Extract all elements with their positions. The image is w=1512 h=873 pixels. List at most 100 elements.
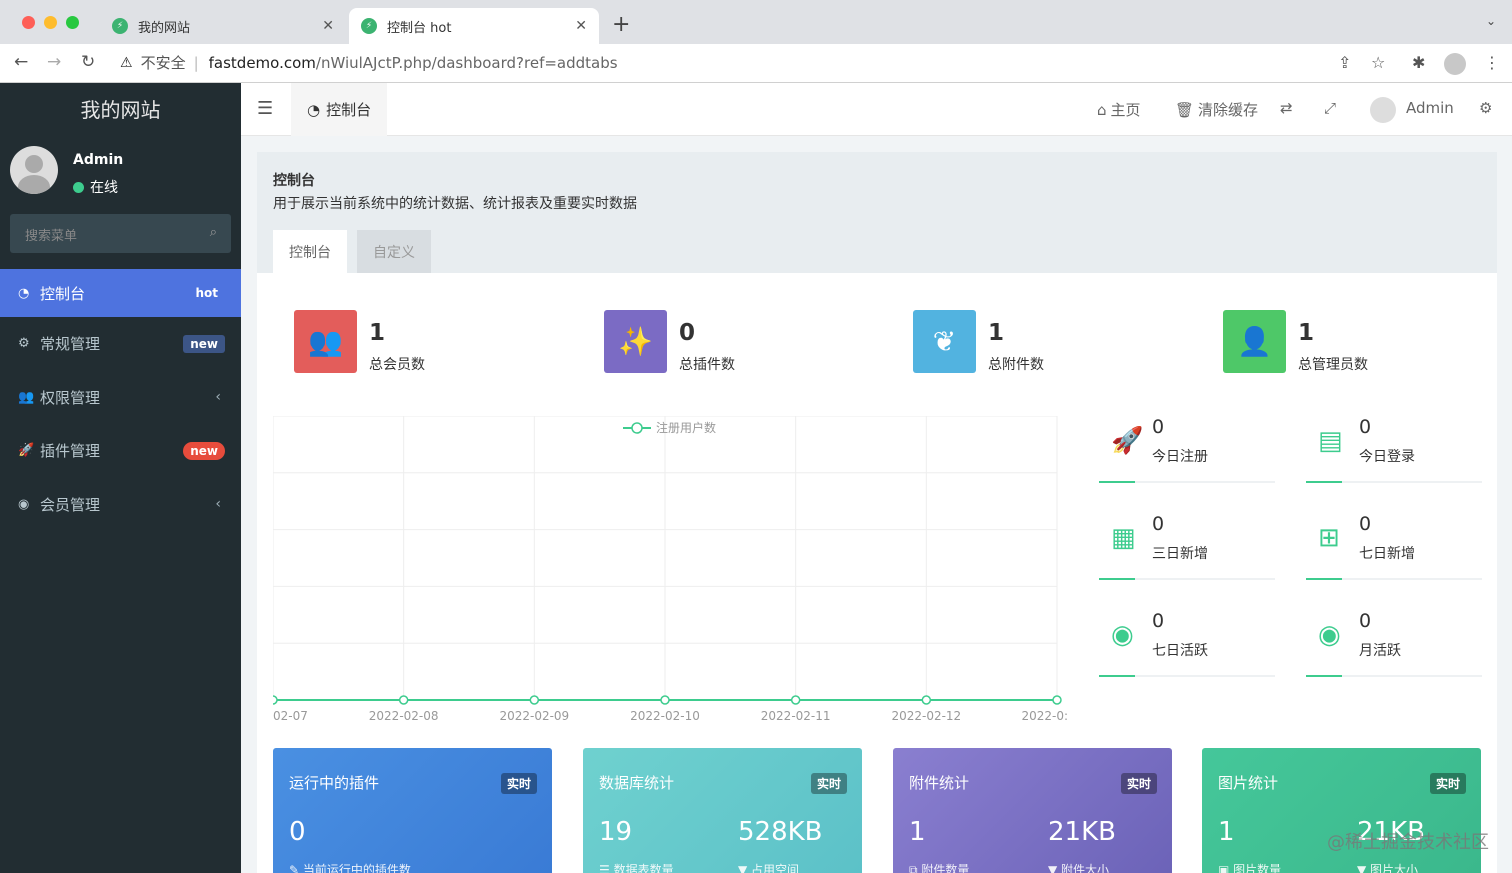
rocket-icon: 🚀 (18, 443, 35, 459)
sidebar-item-general[interactable]: ⚙ 常规管理 new (0, 317, 241, 371)
hot-badge: hot (188, 284, 225, 302)
header-avatar[interactable] (1370, 97, 1396, 123)
sidebar-item-members[interactable]: ◉ 会员管理 ‹ (0, 478, 241, 532)
language-toggle-icon[interactable]: ⇄ (1280, 99, 1293, 117)
chevron-left-icon: ‹ (215, 389, 221, 406)
x-tick-label: 2022-02-11 (761, 709, 831, 723)
menu-search-input[interactable]: 搜索菜单 ⌕ (10, 214, 231, 253)
home-label: 主页 (1110, 101, 1141, 119)
user-icon: 👤 (1223, 310, 1286, 373)
close-window-button[interactable] (22, 16, 35, 29)
insecure-label: 不安全 (140, 54, 186, 72)
card-value-secondary: 528KB (738, 817, 823, 847)
card-title: 数据库统计 (599, 774, 675, 792)
forward-icon[interactable]: → (47, 52, 61, 72)
card-value: 19 (599, 817, 633, 847)
sidebar-item-label: 控制台 (40, 284, 86, 303)
legend-label: 注册用户数 (656, 420, 716, 435)
trash-icon: 🗑 (1175, 100, 1195, 119)
tab-title: 我的网站 (138, 20, 191, 36)
x-tick-label: 2022-02-08 (369, 709, 439, 723)
tab-search-chevron-icon[interactable]: ⌄ (1486, 14, 1496, 28)
users-icon: 👥 (294, 310, 357, 373)
back-icon[interactable]: ← (14, 52, 28, 72)
share-icon[interactable]: ⇪ (1338, 53, 1351, 72)
data-point (1052, 695, 1062, 705)
realtime-tag: 实时 (500, 773, 537, 794)
card-running-addons: 运行中的插件 实时 0 ✎ 当前运行中的插件数 (273, 748, 552, 873)
browser-tab-site[interactable]: ⚡ 我的网站 ✕ (100, 8, 346, 44)
realtime-tag: 实时 (1120, 773, 1157, 794)
avatar (10, 146, 58, 194)
mini-stat-label: 七日活跃 (1152, 643, 1208, 659)
main-content: 控制台 用于展示当前系统中的统计数据、统计报表及重要实时数据 控制台 自定义 👥… (241, 136, 1512, 873)
user-status: 在线 (73, 177, 118, 197)
bookmark-star-icon[interactable]: ☆ (1371, 53, 1385, 72)
maximize-window-button[interactable] (66, 16, 79, 29)
user-circle-icon: ◉ (18, 496, 30, 512)
mini-stat-underline (1099, 675, 1275, 677)
card-sub-label: ▣ 图片数量 (1218, 863, 1282, 873)
x-tick-label: 2022-02-09 (499, 709, 569, 723)
clear-cache-button[interactable]: 🗑 清除缓存 (1175, 99, 1258, 120)
address-toolbar: ← → ↻ ⚠ 不安全 | fastdemo.com /nWiulAJctP.p… (0, 44, 1512, 83)
profile-avatar[interactable] (1444, 53, 1466, 75)
gears-icon: ⚙ (18, 336, 30, 352)
data-point (398, 695, 409, 705)
user-circle-icon: ◉ (1318, 620, 1341, 650)
header-tab-label: 控制台 (326, 101, 372, 119)
close-tab-icon[interactable]: ✕ (322, 18, 334, 34)
realtime-tag: 实时 (810, 773, 847, 794)
chevron-left-icon: ‹ (215, 496, 221, 513)
card-database: 数据库统计 实时 19 528KB ☰ 数据表数量 ▼ 占用空间 (583, 748, 862, 873)
id-card-icon: ▤ (1318, 426, 1343, 456)
sidebar-item-auth[interactable]: 👥 权限管理 ‹ (0, 371, 241, 425)
reload-icon[interactable]: ↻ (81, 52, 95, 72)
stat-label: 总会员数 (369, 357, 425, 373)
home-link[interactable]: ⌂ 主页 (1097, 99, 1141, 120)
extensions-puzzle-icon[interactable]: ✱ (1412, 53, 1425, 72)
admin-user-menu[interactable]: Admin (1406, 99, 1454, 117)
fullscreen-icon[interactable]: ⤢ (1324, 99, 1336, 117)
browser-tab-dashboard[interactable]: ⚡ 控制台 hot ✕ (349, 8, 599, 44)
online-dot-icon (73, 181, 84, 193)
mini-stat-three-day: ▦ 0 三日新增 (1099, 513, 1275, 583)
close-tab-icon[interactable]: ✕ (575, 18, 587, 34)
group-icon: 👥 (18, 389, 35, 405)
header-tab-dashboard[interactable]: ◔ 控制台 (291, 83, 388, 136)
magic-wand-icon: ✨ (604, 310, 667, 373)
mini-stat-underline (1099, 481, 1275, 483)
mini-stat-underline (1306, 578, 1482, 580)
watermark: @稀土掘金技术社区 (1327, 832, 1489, 853)
tab-dashboard[interactable]: 控制台 (273, 230, 347, 273)
mini-stat-label: 月活跃 (1359, 643, 1401, 659)
search-icon[interactable]: ⌕ (210, 225, 217, 240)
mini-stat-month-active: ◉ 0 月活跃 (1306, 610, 1482, 680)
address-bar[interactable]: ⚠ 不安全 | fastdemo.com /nWiulAJctP.php/das… (120, 52, 618, 73)
tab-title: 控制台 hot (387, 20, 452, 36)
clear-cache-label: 清除缓存 (1198, 101, 1259, 119)
sidebar-item-label: 权限管理 (40, 388, 101, 407)
stat-value: 1 (988, 320, 1005, 346)
mini-stat-value: 0 (1152, 513, 1165, 535)
card-value: 1 (1218, 817, 1235, 847)
dashboard-icon: ◔ (18, 285, 30, 301)
sidebar-item-addons[interactable]: 🚀 插件管理 new (0, 424, 241, 478)
minimize-window-button[interactable] (44, 16, 57, 29)
sidebar-menu: ◔ 控制台 hot ⚙ 常规管理 new 👥 权限管理 ‹ 🚀 插件管理 new… (0, 269, 241, 531)
card-value-secondary: 21KB (1048, 817, 1116, 847)
stat-value: 0 (679, 320, 696, 346)
mini-stat-value: 0 (1359, 513, 1372, 535)
top-header: ☰ ◔ 控制台 ⌂ 主页 🗑 清除缓存 ⇄ ⤢ Admin ⚙ (241, 83, 1512, 136)
new-tab-button[interactable]: + (612, 12, 630, 37)
card-value: 1 (909, 817, 926, 847)
settings-gears-icon[interactable]: ⚙ (1479, 99, 1492, 117)
site-logo[interactable]: 我的网站 (0, 83, 241, 137)
tab-custom[interactable]: 自定义 (357, 230, 431, 273)
tab-bar: ⚡ 我的网站 ✕ ⚡ 控制台 hot ✕ + ⌄ (0, 0, 1512, 44)
stat-attachments: ❦ 1 总附件数 (913, 310, 1113, 374)
more-menu-icon[interactable]: ⋮ (1484, 53, 1500, 72)
sidebar-item-dashboard[interactable]: ◔ 控制台 hot (0, 269, 241, 317)
menu-toggle-icon[interactable]: ☰ (257, 98, 273, 119)
card-sub-label-secondary: ▼ 图片大小 (1357, 863, 1419, 873)
